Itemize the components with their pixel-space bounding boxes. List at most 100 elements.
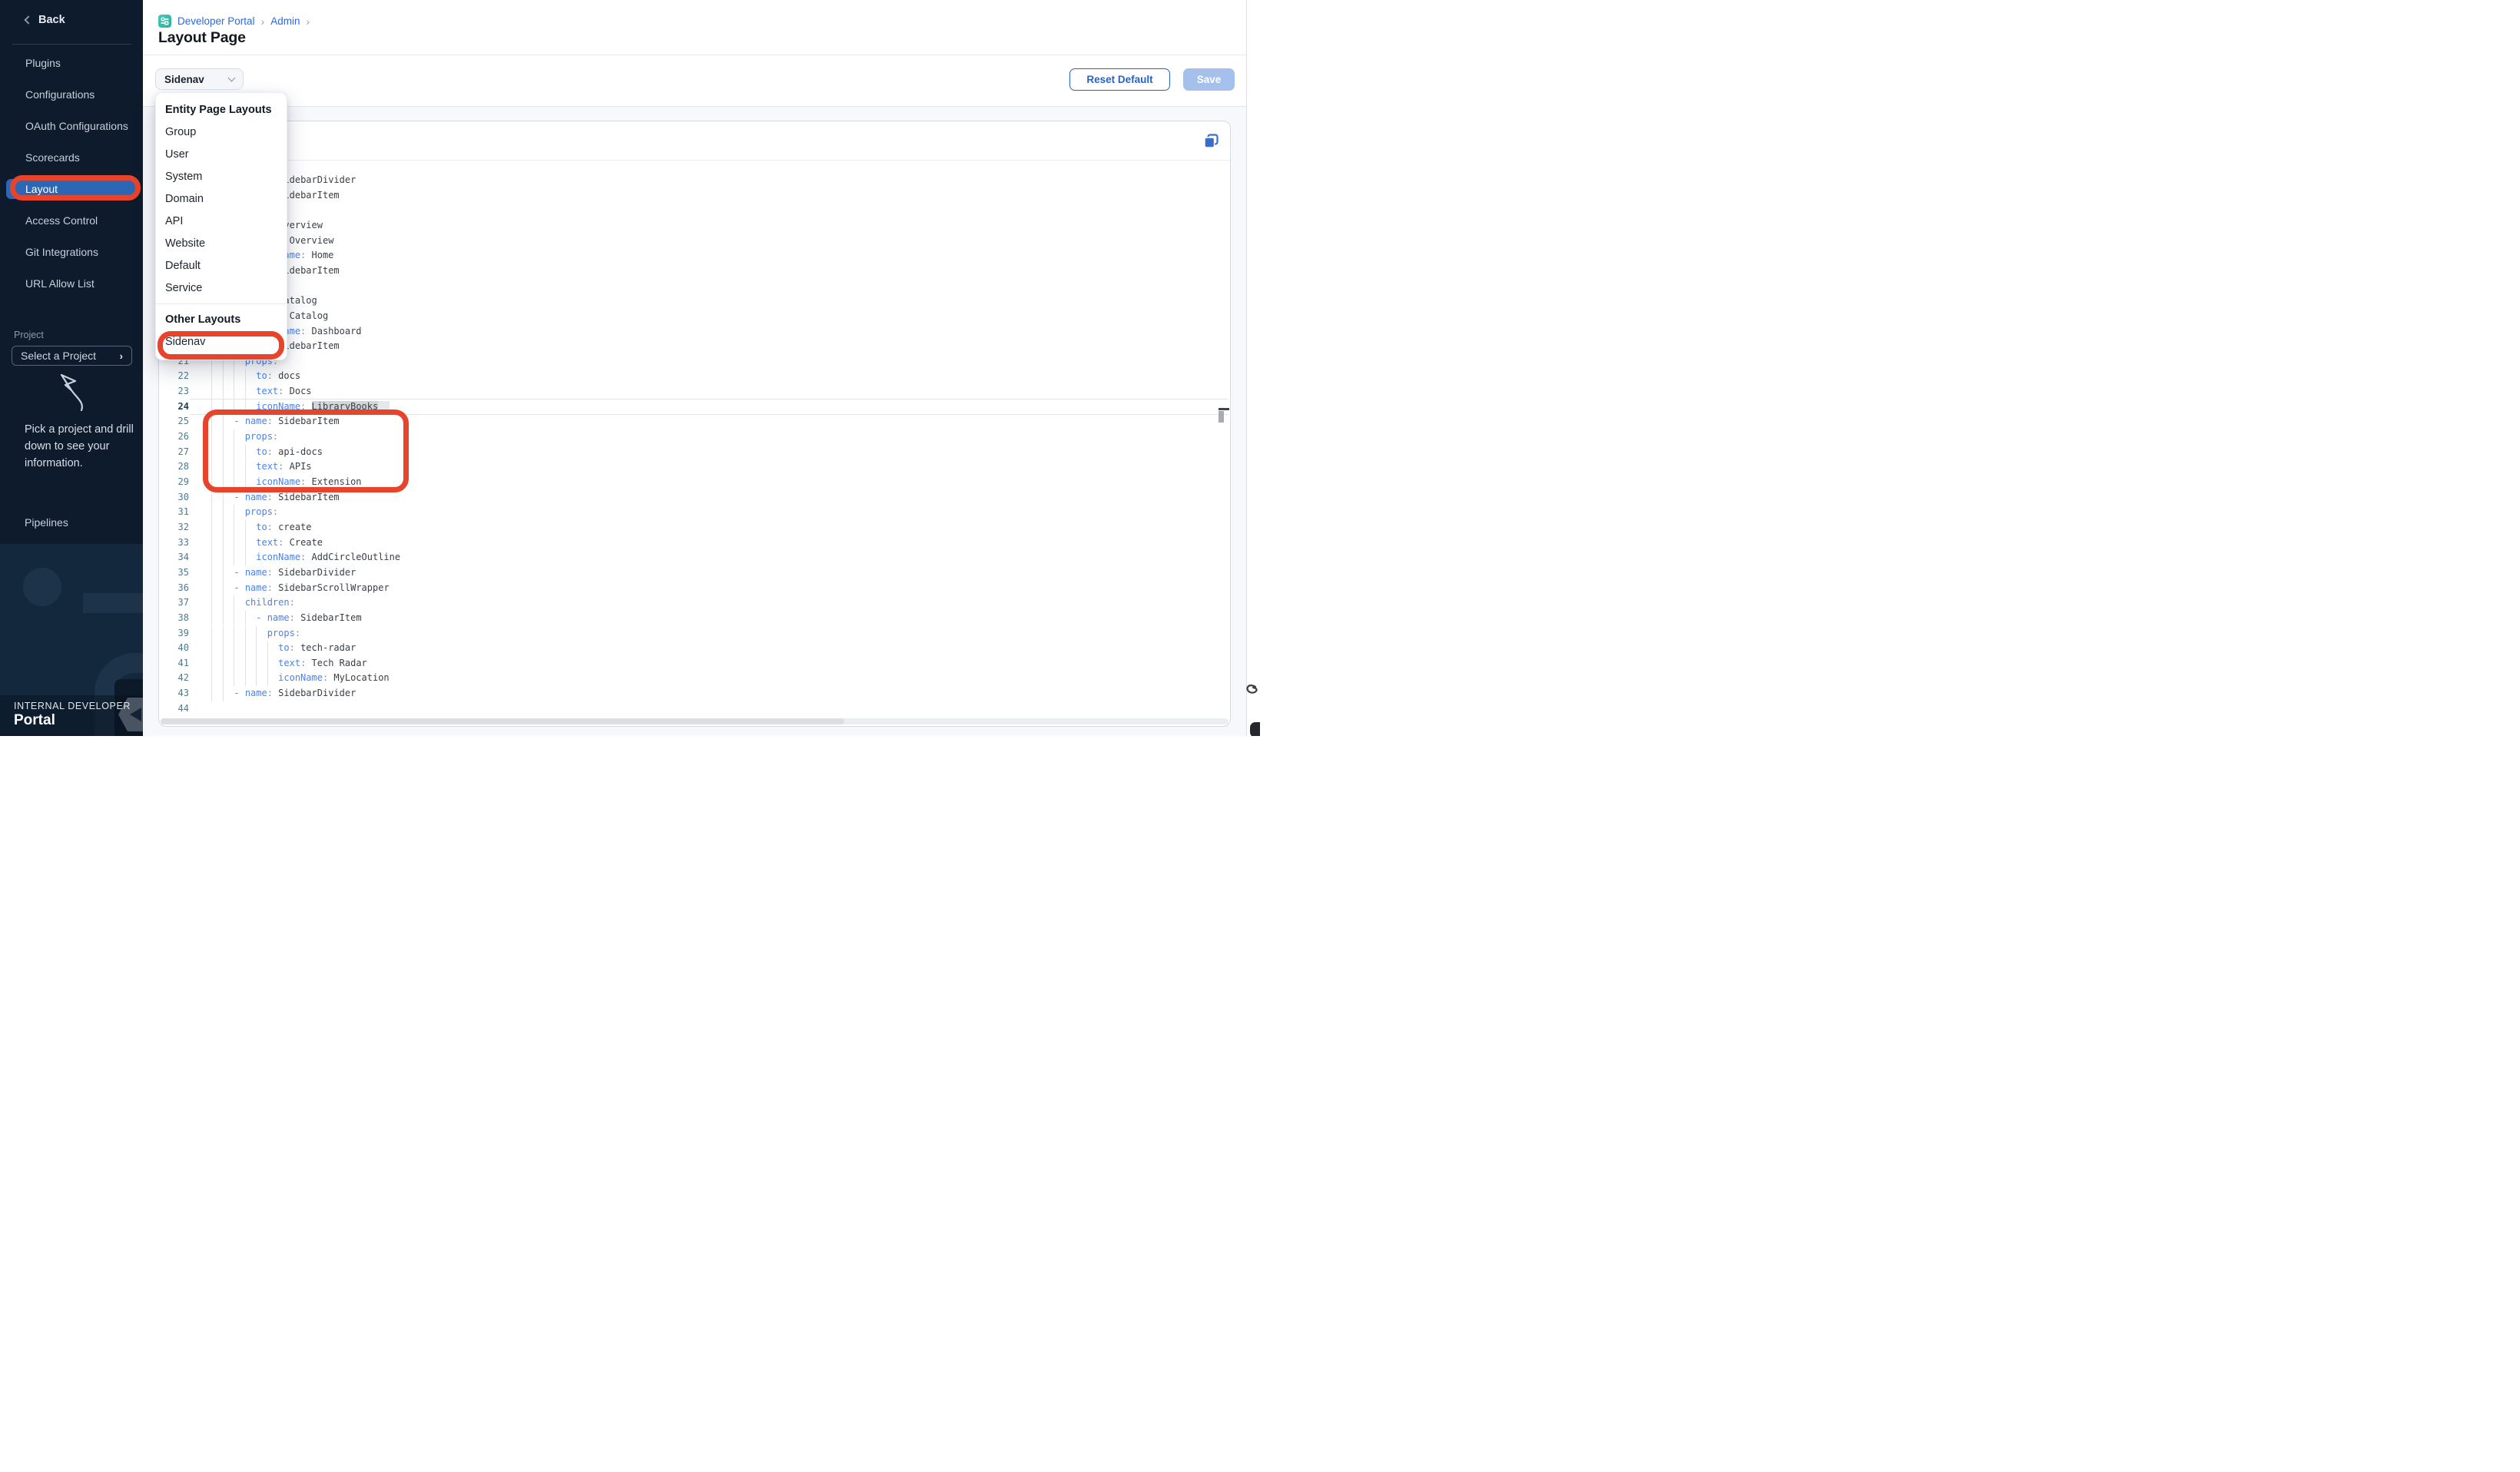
code-line[interactable]: props: (190, 203, 1228, 218)
code-line[interactable]: to: tech-radar (190, 641, 1228, 656)
line-number: 26 (159, 429, 189, 445)
code-line[interactable]: props: (190, 279, 1228, 294)
code-line[interactable]: to: create (190, 520, 1228, 535)
save-button[interactable]: Save (1183, 68, 1235, 91)
code-token: SidebarItem (273, 492, 340, 502)
code-line[interactable]: to: overview (190, 218, 1228, 234)
code-token: name (245, 416, 267, 426)
code-line[interactable]: iconName: Extension (190, 475, 1228, 490)
horizontal-scrollbar-thumb[interactable] (161, 718, 844, 724)
layout-select-dropdown[interactable]: Sidenav (155, 68, 244, 90)
layout-dropdown-menu: Entity Page LayoutsGroupUserSystemDomain… (155, 92, 287, 360)
menu-item-system[interactable]: System (156, 166, 287, 188)
project-select-button[interactable]: Select a Project › (12, 346, 132, 366)
reset-default-button[interactable]: Reset Default (1069, 68, 1170, 91)
code-line[interactable]: props: (190, 626, 1228, 642)
selected-token: LibraryBooks (312, 401, 379, 412)
menu-item-domain[interactable]: Domain (156, 188, 287, 211)
code-line[interactable]: text: Docs (190, 384, 1228, 399)
code-text: to: docs (201, 369, 300, 384)
code-token: SidebarItem (273, 416, 340, 426)
code-token: docs (273, 370, 300, 381)
code-line[interactable]: - name: SidebarScrollWrapper (190, 581, 1228, 596)
code-line[interactable]: iconName: LibraryBooks (190, 399, 1228, 415)
code-editor[interactable]: 9 - name: SidebarDivider10 - name: Sideb… (159, 161, 1230, 718)
code-line[interactable]: - name: SidebarDivider (190, 173, 1228, 188)
main-area: Developer Portal › Admin › Layout Page S… (143, 0, 1260, 736)
sidebar-item-url-allow-list[interactable]: URL Allow List (6, 267, 137, 299)
code-token (201, 658, 278, 668)
sidebar-item-configurations[interactable]: Configurations (6, 78, 137, 110)
code-token: : (295, 628, 300, 638)
sidebar-item-access-control[interactable]: Access Control (6, 204, 137, 236)
code-line[interactable]: iconName: Home (190, 248, 1228, 264)
code-line[interactable]: children: (190, 595, 1228, 611)
code-line[interactable]: text: Tech Radar (190, 656, 1228, 671)
line-number: 30 (159, 490, 189, 506)
code-token: - (234, 567, 244, 578)
breadcrumb-section[interactable]: Admin (270, 15, 300, 27)
menu-item-api[interactable]: API (156, 211, 287, 233)
code-text: text: APIs (201, 459, 312, 475)
code-line[interactable]: props: (190, 429, 1228, 445)
code-token: Catalog (284, 310, 328, 321)
page-scrollbar-gutter[interactable] (1246, 0, 1247, 736)
breadcrumb-root[interactable]: Developer Portal (177, 15, 255, 27)
code-line[interactable]: text: Create (190, 535, 1228, 551)
code-line[interactable]: - name: SidebarItem (190, 264, 1228, 279)
code-panel: 9 - name: SidebarDivider10 - name: Sideb… (158, 121, 1231, 727)
developer-portal-logo-icon (158, 15, 171, 28)
code-line[interactable]: iconName: AddCircleOutline (190, 550, 1228, 565)
sidebar-item-scorecards[interactable]: Scorecards (6, 141, 137, 173)
code-token: APIs (284, 461, 311, 472)
code-line[interactable] (190, 701, 1228, 717)
code-token: Tech Radar (306, 658, 366, 668)
sidebar-item-git-integrations[interactable]: Git Integrations (6, 236, 137, 267)
copy-icon[interactable] (1204, 134, 1219, 148)
code-line[interactable]: to: api-docs (190, 445, 1228, 460)
menu-item-group[interactable]: Group (156, 121, 287, 144)
code-line[interactable]: - name: SidebarItem (190, 188, 1228, 204)
code-line[interactable]: to: docs (190, 369, 1228, 384)
menu-item-website[interactable]: Website (156, 233, 287, 255)
sidebar-item-plugins[interactable]: Plugins (6, 47, 137, 78)
code-token: - (234, 582, 244, 593)
code-text: text: Create (201, 535, 323, 551)
code-line[interactable]: text: APIs (190, 459, 1228, 475)
code-text: - name: SidebarScrollWrapper (201, 581, 390, 596)
project-label: Project (14, 330, 44, 340)
sidebar-item-pipelines[interactable]: Pipelines (25, 516, 68, 529)
menu-item-sidenav[interactable]: Sidenav (156, 331, 287, 353)
sidebar-item-label: Git Integrations (6, 242, 137, 262)
sidebar-item-oauth-configurations[interactable]: OAuth Configurations (6, 110, 137, 141)
horizontal-scrollbar-track[interactable] (161, 718, 1228, 724)
vertical-scrollbar-thumb[interactable] (1219, 411, 1224, 423)
code-line[interactable]: iconName: Dashboard (190, 324, 1228, 340)
menu-item-service[interactable]: Service (156, 277, 287, 300)
code-token: : (290, 642, 295, 653)
code-token (201, 476, 256, 487)
code-line[interactable]: text: Catalog (190, 309, 1228, 324)
code-text: - name: SidebarItem (201, 611, 362, 626)
code-line[interactable]: - name: SidebarItem (190, 339, 1228, 354)
code-token: : (267, 688, 273, 698)
corner-widget-icon[interactable] (1243, 682, 1260, 736)
menu-item-default[interactable]: Default (156, 255, 287, 277)
line-number: 24 (159, 399, 189, 415)
code-token: iconName (278, 672, 323, 683)
code-line[interactable]: iconName: MyLocation (190, 671, 1228, 686)
menu-item-user[interactable]: User (156, 144, 287, 166)
code-text: iconName: Extension (201, 475, 362, 490)
code-line[interactable]: text: Overview (190, 234, 1228, 249)
code-line[interactable]: props: (190, 505, 1228, 520)
code-line[interactable]: - name: SidebarDivider (190, 565, 1228, 581)
code-line[interactable]: - name: SidebarDivider (190, 686, 1228, 701)
back-button[interactable]: Back (25, 14, 65, 26)
code-line[interactable]: - name: SidebarItem (190, 611, 1228, 626)
code-line[interactable]: props: (190, 354, 1228, 370)
sidebar-item-layout[interactable]: Layout (6, 173, 137, 204)
code-line[interactable]: - name: SidebarItem (190, 414, 1228, 429)
code-text: text: Docs (201, 384, 312, 399)
code-line[interactable]: - name: SidebarItem (190, 490, 1228, 506)
code-line[interactable]: to: catalog (190, 293, 1228, 309)
